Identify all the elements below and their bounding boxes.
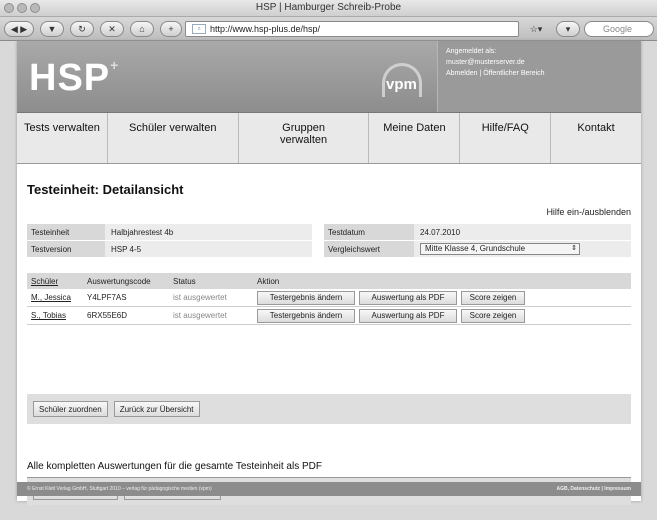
search-engine-icon: ▾ (565, 23, 571, 34)
title-bar: HSP | Hamburger Schreib-Probe (0, 0, 657, 17)
main-nav: Tests verwalten Schüler verwalten Gruppe… (17, 112, 641, 164)
pdf-evaluation-button[interactable]: Auswertung als PDF (359, 290, 457, 305)
help-toggle-link[interactable]: Hilfe ein-/ausblenden (546, 207, 631, 217)
forward-arrow-icon: ▶ (20, 23, 28, 34)
history-button[interactable]: ▼ (40, 21, 64, 37)
favicon-icon: ▫ (192, 24, 206, 34)
info-row-vergleich: Vergleichswert Mitte Klasse 4, Grundschu… (324, 241, 631, 258)
hsp-logo[interactable]: HSP+ (29, 57, 119, 100)
back-to-overview-button[interactable]: Zurück zur Übersicht (113, 401, 200, 417)
status-cell: ist ausgewertet (173, 311, 227, 320)
testeinheit-value: Halbjahrestest 4b (105, 224, 312, 240)
user-box: Angemeldet als: muster@musterserver.de A… (437, 41, 641, 112)
testversion-value: HSP 4-5 (105, 241, 312, 257)
vergleich-select[interactable]: Mitte Klasse 4, Grundschule ⇕ (420, 243, 580, 255)
vpm-logo-text: vpm (386, 76, 417, 93)
user-links[interactable]: Abmelden | Öffentlicher Bereich (446, 68, 633, 79)
user-email: muster@musterserver.de (446, 59, 525, 66)
window-title: HSP | Hamburger Schreib-Probe (255, 2, 402, 13)
history-icon: ▼ (47, 24, 57, 34)
star-icon: ☆▾ (529, 23, 543, 34)
info-row-testdatum: Testdatum 24.07.2010 (324, 224, 631, 241)
pdf-evaluation-button[interactable]: Auswertung als PDF (359, 308, 457, 323)
action-cell: Testergebnis ändern Auswertung als PDF S… (253, 290, 631, 305)
reload-icon: ↻ (78, 23, 86, 34)
web-page: HSP+ vpm Angemeldet als: muster@musterse… (17, 41, 641, 505)
info-row-testversion: Testversion HSP 4-5 (27, 241, 312, 258)
show-score-button[interactable]: Score zeigen (461, 290, 525, 305)
nav-contact[interactable]: Kontakt (551, 113, 641, 163)
info-row-testeinheit: Testeinheit Halbjahrestest 4b (27, 224, 312, 241)
nav-help[interactable]: Hilfe/FAQ (460, 113, 552, 163)
browser-toolbar: ◀ ▶ ▼ ↻ ✕ ⌂ + ▫ http://www.hsp-plus.de/h… (0, 17, 657, 41)
col-header-status: Status (173, 276, 196, 286)
site-footer: © Ernst Klett Verlag GmbH, Stuttgart 201… (17, 482, 641, 496)
testdatum-label: Testdatum (324, 224, 414, 240)
testdatum-value: 24.07.2010 (414, 224, 631, 240)
pdf-section-title: Alle kompletten Auswertungen für die ges… (27, 461, 322, 472)
student-link[interactable]: S., Tobias (27, 311, 83, 320)
col-header-code: Auswertungscode (87, 276, 151, 286)
stop-icon: ✕ (108, 23, 116, 34)
url-field[interactable]: ▫ http://www.hsp-plus.de/hsp/ (185, 21, 519, 37)
rss-star-button[interactable]: ☆▾ (524, 21, 548, 37)
back-forward-button[interactable]: ◀ ▶ (4, 21, 34, 37)
info-right: Testdatum 24.07.2010 Vergleichswert Mitt… (324, 224, 631, 258)
status-cell: ist ausgewertet (173, 293, 227, 302)
url-text: http://www.hsp-plus.de/hsp/ (210, 24, 321, 34)
search-input[interactable]: Google (584, 21, 654, 37)
action-bar: Schüler zuordnen Zurück zur Übersicht (27, 394, 631, 424)
code-cell: 6RX55E6D (87, 311, 128, 320)
table-header: Schüler Auswertungscode Status Aktion (27, 273, 631, 289)
select-arrows-icon: ⇕ (571, 245, 577, 252)
show-score-button[interactable]: Score zeigen (461, 308, 525, 323)
table-row: S., Tobias 6RX55E6D ist ausgewertet Test… (27, 307, 631, 325)
stop-button[interactable]: ✕ (100, 21, 124, 37)
change-result-button[interactable]: Testergebnis ändern (257, 290, 355, 305)
change-result-button[interactable]: Testergebnis ändern (257, 308, 355, 323)
nav-groups[interactable]: Gruppen verwalten (239, 113, 370, 163)
vergleich-cell: Mitte Klasse 4, Grundschule ⇕ (414, 241, 631, 257)
footer-links[interactable]: AGB, Datenschutz | Impressum (557, 486, 631, 492)
browser-window: HSP | Hamburger Schreib-Probe ◀ ▶ ▼ ↻ ✕ … (0, 0, 657, 520)
col-header-student[interactable]: Schüler (27, 277, 83, 286)
students-table: Schüler Auswertungscode Status Aktion M.… (27, 273, 631, 325)
nav-my-data[interactable]: Meine Daten (369, 113, 461, 163)
back-arrow-icon: ◀ (10, 23, 18, 34)
action-cell: Testergebnis ändern Auswertung als PDF S… (253, 308, 631, 323)
code-cell: Y4LPF7AS (87, 293, 127, 302)
nav-tests[interactable]: Tests verwalten (17, 113, 108, 163)
plus-icon: + (168, 24, 174, 34)
logo-text: HSP (29, 57, 111, 99)
copyright-text: © Ernst Klett Verlag GmbH, Stuttgart 201… (27, 486, 212, 492)
nav-students[interactable]: Schüler verwalten (108, 113, 239, 163)
info-left: Testeinheit Halbjahrestest 4b Testversio… (27, 224, 312, 258)
search-engine-button[interactable]: ▾ (556, 21, 580, 37)
testversion-label: Testversion (27, 241, 105, 257)
home-icon: ⌂ (139, 24, 145, 34)
logged-in-label: Angemeldet als: (446, 48, 497, 55)
assign-students-button[interactable]: Schüler zuordnen (33, 401, 108, 417)
add-bookmark-button[interactable]: + (160, 21, 182, 37)
vergleich-select-value: Mitte Klasse 4, Grundschule (425, 244, 526, 253)
student-link[interactable]: M., Jessica (27, 293, 83, 302)
testeinheit-label: Testeinheit (27, 224, 105, 240)
vergleich-label: Vergleichswert (324, 241, 414, 257)
reload-button[interactable]: ↻ (70, 21, 94, 37)
col-header-action: Aktion (257, 276, 280, 286)
page-title: Testeinheit: Detailansicht (27, 182, 184, 197)
home-button[interactable]: ⌂ (130, 21, 154, 37)
site-header: HSP+ vpm Angemeldet als: muster@musterse… (17, 41, 641, 112)
table-row: M., Jessica Y4LPF7AS ist ausgewertet Tes… (27, 289, 631, 307)
plus-icon: + (110, 57, 120, 73)
